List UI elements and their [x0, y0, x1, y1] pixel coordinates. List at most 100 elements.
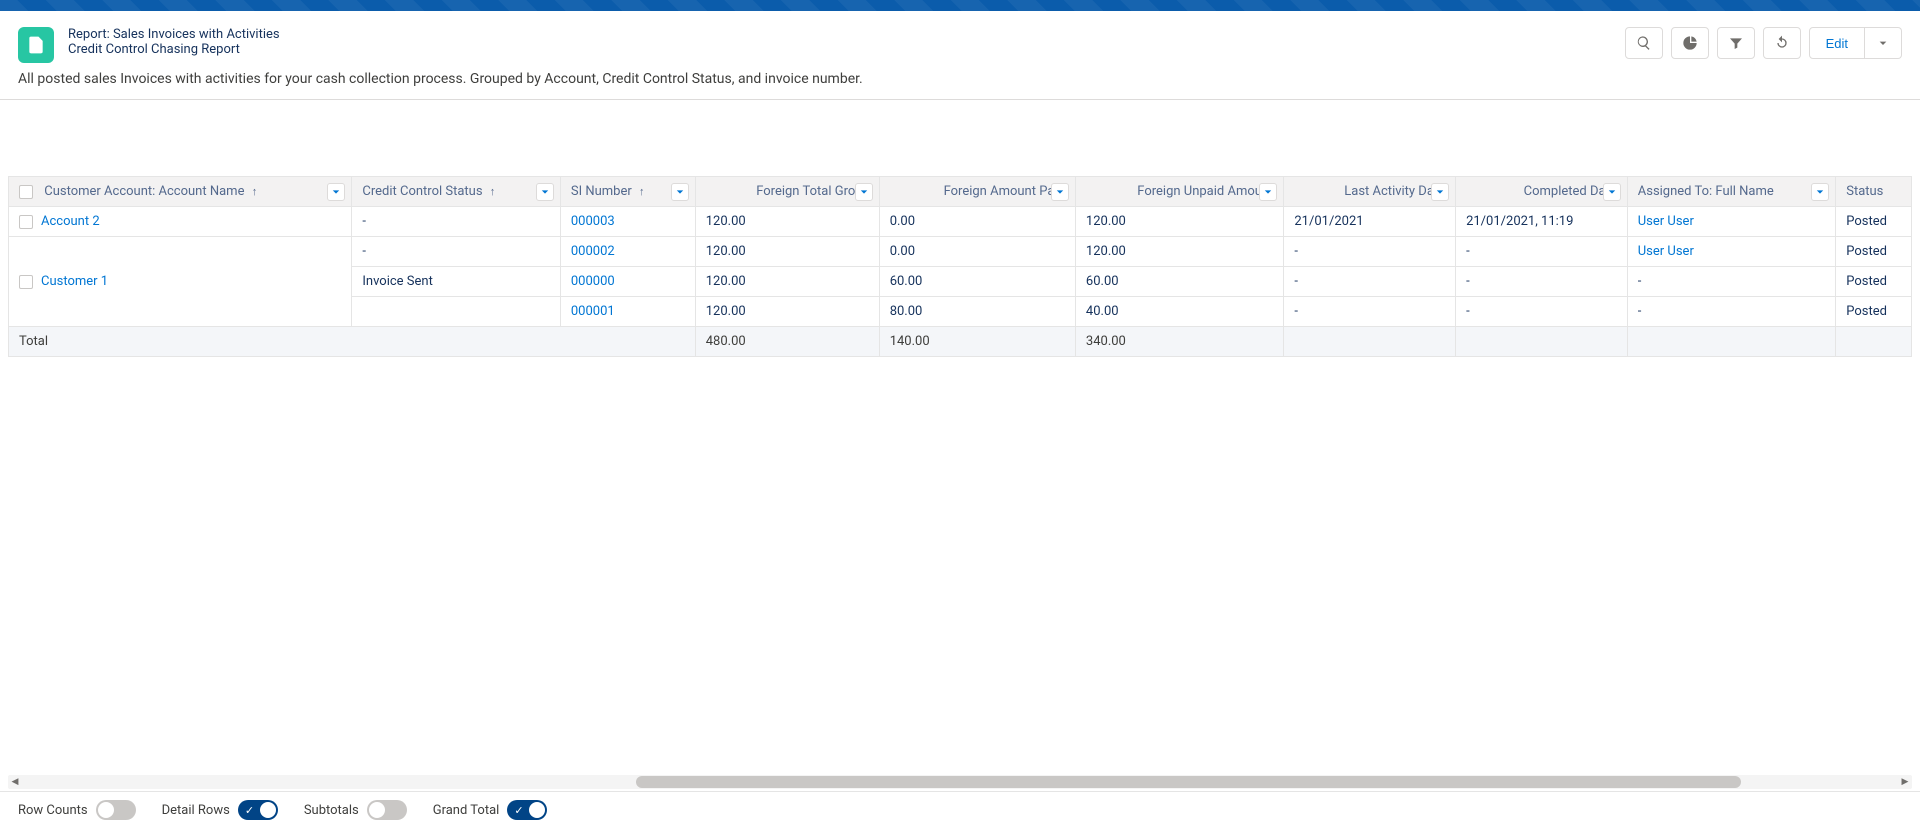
cell-completed: -: [1456, 237, 1628, 267]
assigned-link[interactable]: User User: [1638, 214, 1694, 229]
switch-grand-total[interactable]: [507, 800, 547, 820]
row-checkbox[interactable]: [19, 275, 33, 289]
cell-paid: 60.00: [879, 267, 1075, 297]
assigned-link[interactable]: User User: [1638, 244, 1694, 259]
pie-chart-icon: [1682, 35, 1698, 51]
switch-detail-rows[interactable]: [238, 800, 278, 820]
si-link[interactable]: 000001: [571, 304, 615, 319]
col-label: Customer Account: Account Name: [44, 184, 244, 199]
cell-completed: -: [1456, 297, 1628, 327]
col-account[interactable]: Customer Account: Account Name ↑: [9, 177, 352, 207]
total-paid: 140.00: [879, 327, 1075, 357]
col-label: SI Number: [571, 184, 632, 199]
col-label: Credit Control Status: [362, 184, 482, 199]
col-completed[interactable]: Completed Date: [1456, 177, 1628, 207]
cell-status: Posted: [1836, 267, 1912, 297]
column-menu-button[interactable]: [1603, 183, 1621, 201]
col-last-activity[interactable]: Last Activity Date: [1284, 177, 1456, 207]
cell-status: Posted: [1836, 297, 1912, 327]
col-gross[interactable]: Foreign Total Gross: [695, 177, 879, 207]
cell-gross: 120.00: [695, 207, 879, 237]
filter-button[interactable]: [1717, 27, 1755, 59]
switch-subtotals[interactable]: [367, 800, 407, 820]
edit-dropdown-button[interactable]: [1865, 27, 1902, 59]
account-link[interactable]: Account 2: [41, 214, 100, 229]
column-menu-button[interactable]: [536, 183, 554, 201]
cell-si-number: 000003: [560, 207, 695, 237]
col-status[interactable]: Status: [1836, 177, 1912, 207]
column-menu-button[interactable]: [671, 183, 689, 201]
column-menu-button[interactable]: [1259, 183, 1277, 201]
total-empty: [1284, 327, 1456, 357]
cell-unpaid: 120.00: [1075, 237, 1283, 267]
col-label: Last Activity Date: [1344, 184, 1445, 199]
search-button[interactable]: [1625, 27, 1663, 59]
cell-last-activity: -: [1284, 237, 1456, 267]
column-menu-button[interactable]: [1431, 183, 1449, 201]
cell-last-activity: -: [1284, 297, 1456, 327]
refresh-button[interactable]: [1763, 27, 1801, 59]
horizontal-scrollbar[interactable]: ◀ ▶: [8, 775, 1912, 789]
cell-status: Posted: [1836, 207, 1912, 237]
cell-credit-status: -: [352, 207, 560, 237]
cell-unpaid: 60.00: [1075, 267, 1283, 297]
col-assigned[interactable]: Assigned To: Full Name: [1627, 177, 1835, 207]
report-table-scroll[interactable]: Customer Account: Account Name ↑ Credit …: [8, 176, 1912, 357]
cell-last-activity: 21/01/2021: [1284, 207, 1456, 237]
total-row: Total480.00140.00340.00: [9, 327, 1912, 357]
cell-last-activity: -: [1284, 267, 1456, 297]
toggle-detail-rows: Detail Rows: [162, 800, 278, 820]
report-header-panel: Report: Sales Invoices with Activities C…: [0, 11, 1920, 100]
toggle-row-counts: Row Counts: [18, 800, 136, 820]
report-table: Customer Account: Account Name ↑ Credit …: [8, 176, 1912, 357]
edit-button-group: Edit: [1809, 27, 1902, 59]
col-label: Foreign Total Gross: [756, 184, 868, 199]
cell-si-number: 000001: [560, 297, 695, 327]
col-paid[interactable]: Foreign Amount Paid: [879, 177, 1075, 207]
row-checkbox[interactable]: [19, 215, 33, 229]
col-credit-status[interactable]: Credit Control Status ↑: [352, 177, 560, 207]
cell-gross: 120.00: [695, 237, 879, 267]
toggle-label: Grand Total: [433, 803, 500, 818]
header-actions: Edit: [1625, 27, 1902, 59]
cell-unpaid: 120.00: [1075, 207, 1283, 237]
cell-gross: 120.00: [695, 267, 879, 297]
si-link[interactable]: 000002: [571, 244, 615, 259]
scrollbar-thumb[interactable]: [636, 776, 1740, 788]
refresh-icon: [1774, 35, 1790, 51]
cell-paid: 80.00: [879, 297, 1075, 327]
cell-completed: -: [1456, 267, 1628, 297]
edit-button[interactable]: Edit: [1809, 27, 1865, 59]
cell-assigned: User User: [1627, 207, 1835, 237]
toggle-label: Subtotals: [304, 803, 359, 818]
column-menu-button[interactable]: [1811, 183, 1829, 201]
si-link[interactable]: 000000: [571, 274, 615, 289]
sort-asc-icon: ↑: [639, 185, 645, 198]
table-header-row: Customer Account: Account Name ↑ Credit …: [9, 177, 1912, 207]
scroll-right-arrow[interactable]: ▶: [1898, 775, 1912, 789]
col-unpaid[interactable]: Foreign Unpaid Amount: [1075, 177, 1283, 207]
cell-credit-status: [352, 297, 560, 327]
cell-si-number: 000000: [560, 267, 695, 297]
si-link[interactable]: 000003: [571, 214, 615, 229]
select-all-checkbox[interactable]: [19, 185, 33, 199]
scroll-left-arrow[interactable]: ◀: [8, 775, 22, 789]
report-overline: Report: Sales Invoices with Activities: [68, 27, 1625, 42]
chart-button[interactable]: [1671, 27, 1709, 59]
sort-asc-icon: ↑: [490, 185, 496, 198]
report-icon: [18, 27, 54, 63]
col-si-number[interactable]: SI Number ↑: [560, 177, 695, 207]
cell-credit-status: Invoice Sent: [352, 267, 560, 297]
caret-down-icon: [1875, 35, 1891, 51]
column-menu-button[interactable]: [1051, 183, 1069, 201]
total-empty: [1836, 327, 1912, 357]
cell-status: Posted: [1836, 237, 1912, 267]
total-empty: [1627, 327, 1835, 357]
column-menu-button[interactable]: [327, 183, 345, 201]
toggle-grand-total: Grand Total: [433, 800, 548, 820]
cell-unpaid: 40.00: [1075, 297, 1283, 327]
switch-row-counts[interactable]: [96, 800, 136, 820]
column-menu-button[interactable]: [855, 183, 873, 201]
total-label: Total: [9, 327, 696, 357]
account-link[interactable]: Customer 1: [41, 274, 108, 289]
